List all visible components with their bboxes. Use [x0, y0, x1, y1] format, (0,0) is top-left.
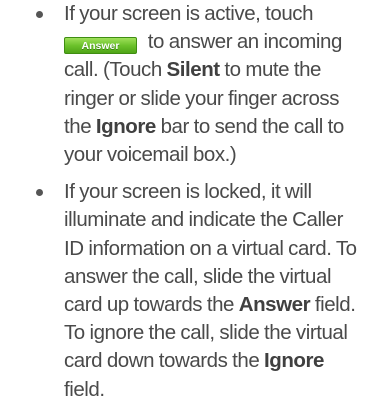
ignore-keyword: Ignore — [264, 349, 324, 373]
ignore-keyword: Ignore — [95, 114, 156, 138]
bullet-icon — [36, 189, 43, 197]
bullet-item-locked-screen: If your screen is locked, it will illumi… — [0, 178, 371, 404]
text-segment: If your screen is active, touch — [64, 2, 314, 25]
bullet-text: If your screen is locked, it will illumi… — [64, 180, 357, 400]
bullet-list: If your screen is active, touch Answer t… — [0, 0, 371, 404]
bullet-text: If your screen is active, touch Answer t… — [64, 2, 344, 166]
answer-keyword: Answer — [238, 293, 311, 317]
answer-button[interactable]: Answer — [64, 37, 137, 55]
text-segment: field. — [64, 377, 105, 401]
bullet-item-active-screen: If your screen is active, touch Answer t… — [0, 0, 371, 169]
silent-keyword: Silent — [166, 58, 221, 82]
bullet-icon — [36, 11, 43, 18]
document-page: If your screen is active, touch Answer t… — [0, 0, 371, 404]
